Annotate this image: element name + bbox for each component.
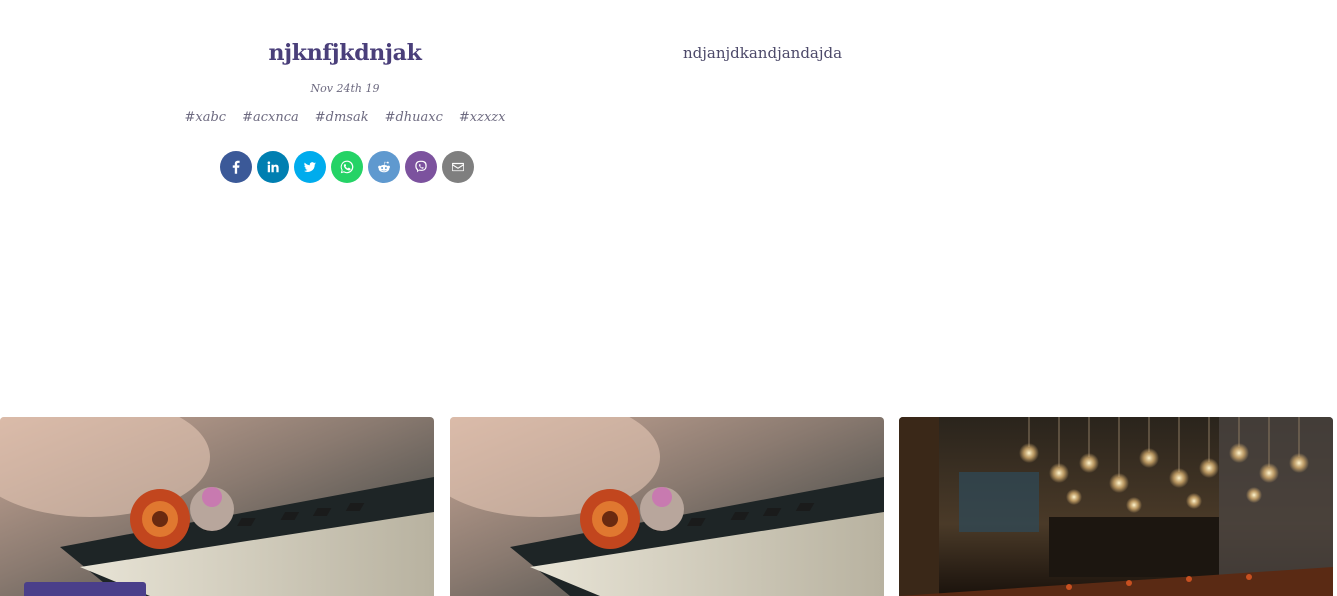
card-badge — [24, 582, 146, 596]
bar-interior-image — [899, 417, 1333, 596]
email-share-button[interactable] — [441, 151, 474, 183]
share-buttons — [145, 151, 545, 183]
twitter-icon — [303, 162, 316, 172]
post-header: njknfjkdnjak Nov 24th 19 #xabc #acxnca #… — [145, 40, 545, 183]
email-icon — [451, 162, 464, 172]
post-title: njknfjkdnjak — [268, 40, 422, 66]
piano-flower-image — [450, 417, 884, 596]
facebook-share-button[interactable] — [219, 151, 252, 183]
reddit-share-button[interactable] — [367, 151, 400, 183]
linkedin-icon — [267, 161, 279, 173]
linkedin-share-button[interactable] — [256, 151, 289, 183]
twitter-share-button[interactable] — [293, 151, 326, 183]
tag-link[interactable]: #dhuaxc — [385, 110, 443, 125]
related-post-card[interactable] — [450, 417, 884, 596]
reddit-icon — [377, 161, 390, 173]
piano-flower-image — [0, 417, 434, 596]
facebook-icon — [232, 160, 240, 174]
post-body-text: ndjanjdkandjandajda — [683, 44, 843, 62]
viber-icon — [414, 160, 427, 173]
tag-link[interactable]: #xzxzx — [459, 110, 506, 125]
tag-link[interactable]: #acxnca — [242, 110, 299, 125]
tag-list: #xabc #acxnca #dmsak #dhuaxc #xzxzx — [145, 110, 545, 125]
related-post-card[interactable] — [899, 417, 1333, 596]
tag-link[interactable]: #dmsak — [315, 110, 369, 125]
viber-share-button[interactable] — [404, 151, 437, 183]
related-post-card[interactable] — [0, 417, 434, 596]
tag-link[interactable]: #xabc — [184, 110, 226, 125]
whatsapp-icon — [340, 160, 353, 174]
post-date: Nov 24th 19 — [310, 82, 380, 95]
whatsapp-share-button[interactable] — [330, 151, 363, 183]
